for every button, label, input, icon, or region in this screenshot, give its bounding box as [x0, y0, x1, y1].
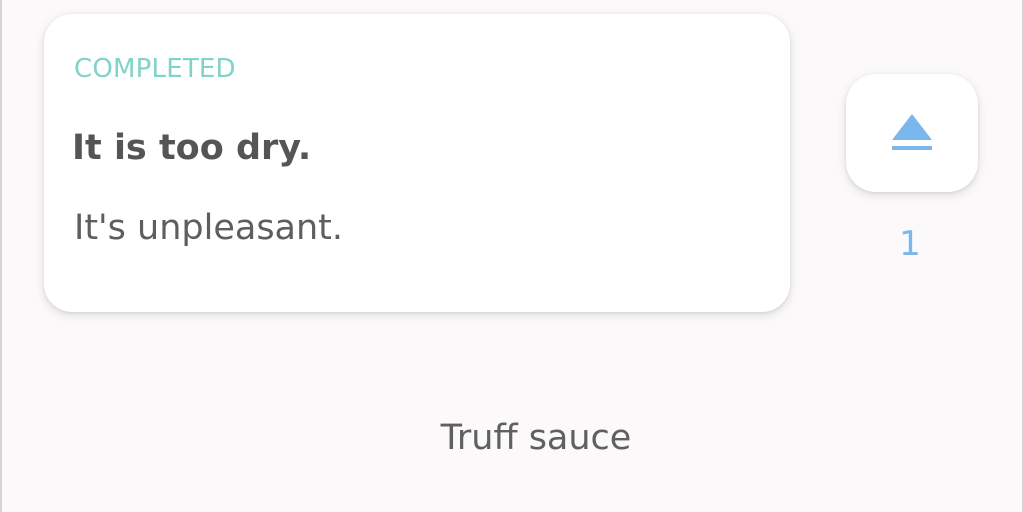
feedback-title: It is too dry.	[72, 128, 312, 168]
vote-count: 1	[899, 224, 921, 264]
feedback-card[interactable]: COMPLETED It is too dry. It's unpleasant…	[44, 14, 790, 312]
feedback-body: It's unpleasant.	[74, 208, 344, 248]
item-name-label: Truff sauce	[440, 418, 632, 458]
upvote-button[interactable]	[846, 74, 978, 192]
upvote-triangle-icon	[892, 114, 932, 150]
status-label: COMPLETED	[74, 54, 236, 84]
